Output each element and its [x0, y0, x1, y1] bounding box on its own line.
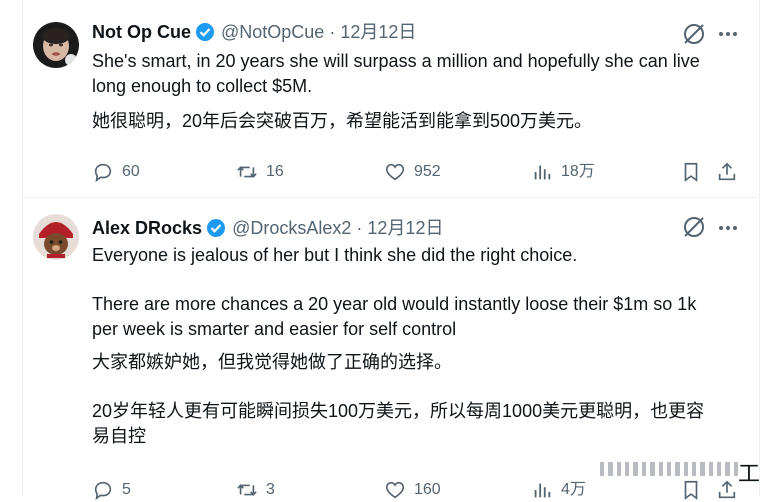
tweet-text-line: 她很聪明，20年后会突破百万，希望能活到能拿到500万美元。 — [92, 111, 593, 131]
tweet-header: Alex DRocks @DrocksAlex2 · 12月12日 — [92, 216, 772, 240]
tweet-text-line: long enough to collect $5M. — [92, 76, 313, 96]
reply-count: 5 — [122, 481, 131, 498]
like-count: 160 — [414, 481, 441, 498]
repost-icon — [237, 166, 257, 178]
tweet-text: She's smart, in 20 years she will surpas… — [92, 49, 752, 134]
share-icon — [718, 480, 736, 499]
user-handle[interactable]: @NotOpCue — [221, 22, 324, 42]
tweet-date[interactable]: 12月12日 — [340, 22, 416, 42]
verified-badge-icon — [206, 218, 226, 238]
view-count: 18万 — [561, 163, 595, 180]
views-button[interactable]: 18万 — [531, 160, 595, 184]
repost-count: 16 — [266, 163, 284, 180]
avatar[interactable] — [33, 22, 79, 68]
avatar[interactable] — [33, 214, 79, 260]
tweet-text-line: Everyone is jealous of her but I think s… — [92, 245, 578, 265]
reply-button[interactable]: 60 — [92, 160, 140, 184]
tweet-text-line: 大家都嫉妒她，但我觉得她做了正确的选择。 — [92, 352, 452, 372]
analytics-icon — [534, 165, 551, 180]
tweet-text-line: There are more chances a 20 year old wou… — [92, 294, 697, 314]
bookmark-icon — [684, 480, 698, 500]
display-name[interactable]: Alex DRocks — [92, 218, 202, 238]
tweet-actions: 5 3 160 4万 — [92, 478, 772, 502]
separator-dot: · — [356, 218, 363, 238]
like-button[interactable]: 952 — [384, 160, 441, 184]
share-button[interactable] — [716, 160, 746, 184]
view-count: 4万 — [561, 481, 586, 498]
share-icon — [718, 162, 736, 181]
reply-count: 60 — [122, 163, 140, 180]
tweet-text-line: She's smart, in 20 years she will surpas… — [92, 51, 700, 71]
tweet-actions: 60 16 952 18万 — [92, 160, 772, 184]
heart-icon — [385, 163, 405, 181]
like-count: 952 — [414, 163, 441, 180]
reply-icon — [94, 481, 112, 501]
tweet-date[interactable]: 12月12日 — [367, 218, 443, 238]
tweet-text-line: 20岁年轻人更有可能瞬间损失100万美元，所以每周1000美元更聪明，也更容 — [92, 401, 705, 421]
like-button[interactable]: 160 — [384, 478, 441, 502]
tweet-text-line: per week is smarter and easier for self … — [92, 319, 457, 339]
bookmark-button[interactable] — [680, 478, 710, 502]
corner-glyph: 工 — [738, 461, 761, 486]
heart-icon — [385, 481, 405, 499]
repost-button[interactable]: 3 — [236, 478, 275, 502]
tweet-text: Everyone is jealous of her but I think s… — [92, 243, 752, 449]
reply-icon — [94, 163, 112, 183]
watermark-overlay — [600, 462, 739, 476]
views-button[interactable]: 4万 — [531, 478, 586, 502]
tweet-text-line: 易自控 — [92, 426, 146, 446]
repost-icon — [237, 484, 257, 496]
reply-button[interactable]: 5 — [92, 478, 131, 502]
separator-dot: · — [329, 22, 336, 42]
analytics-icon — [534, 483, 551, 498]
bookmark-icon — [684, 162, 698, 182]
display-name[interactable]: Not Op Cue — [92, 22, 191, 42]
bookmark-button[interactable] — [680, 160, 710, 184]
verified-badge-icon — [195, 22, 215, 42]
tweet-header: Not Op Cue @NotOpCue · 12月12日 — [92, 20, 772, 44]
user-handle[interactable]: @DrocksAlex2 — [232, 218, 351, 238]
repost-count: 3 — [266, 481, 275, 498]
repost-button[interactable]: 16 — [236, 160, 284, 184]
